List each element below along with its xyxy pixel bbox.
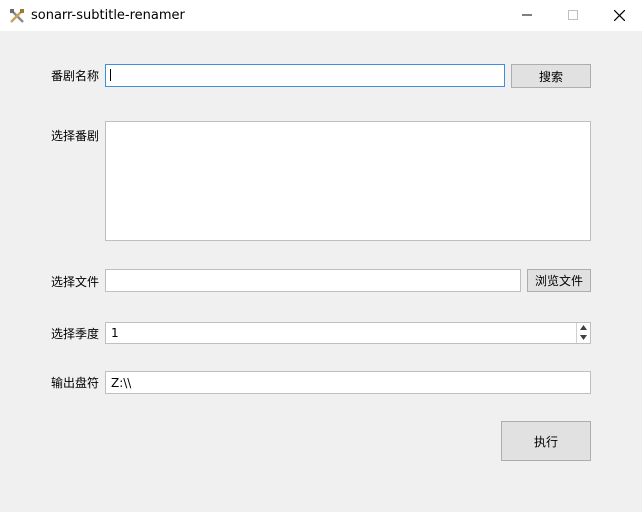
arrow-up-icon xyxy=(580,325,587,330)
close-button[interactable] xyxy=(596,0,642,31)
close-icon xyxy=(614,10,625,21)
output-drive-label: 输出盘符 xyxy=(51,376,100,390)
arrow-down-icon xyxy=(580,335,587,340)
series-name-label: 番剧名称 xyxy=(51,69,100,83)
select-file-label: 选择文件 xyxy=(51,275,100,289)
season-value: 1 xyxy=(111,326,119,340)
title-bar: sonarr-subtitle-renamer xyxy=(0,0,642,31)
execute-button[interactable]: 执行 xyxy=(501,421,591,461)
season-spinbox[interactable]: 1 xyxy=(105,322,591,344)
maximize-icon xyxy=(568,10,578,20)
spin-up-button[interactable] xyxy=(577,323,590,333)
minimize-icon xyxy=(522,14,532,16)
search-button[interactable]: 搜索 xyxy=(511,64,591,88)
output-drive-value: Z:\\ xyxy=(111,375,132,390)
spin-arrows xyxy=(576,323,590,343)
text-caret xyxy=(110,69,111,81)
output-drive-input[interactable]: Z:\\ xyxy=(105,371,591,394)
maximize-button[interactable] xyxy=(550,0,596,31)
browse-file-button[interactable]: 浏览文件 xyxy=(527,269,591,292)
file-path-input[interactable] xyxy=(105,269,521,292)
series-name-input[interactable] xyxy=(105,64,505,87)
window-title: sonarr-subtitle-renamer xyxy=(31,8,185,23)
crossed-tools-icon xyxy=(9,8,25,24)
series-list[interactable] xyxy=(105,121,591,241)
minimize-button[interactable] xyxy=(504,0,550,31)
select-series-label: 选择番剧 xyxy=(51,129,100,143)
select-season-label: 选择季度 xyxy=(51,327,100,341)
spin-down-button[interactable] xyxy=(577,333,590,343)
